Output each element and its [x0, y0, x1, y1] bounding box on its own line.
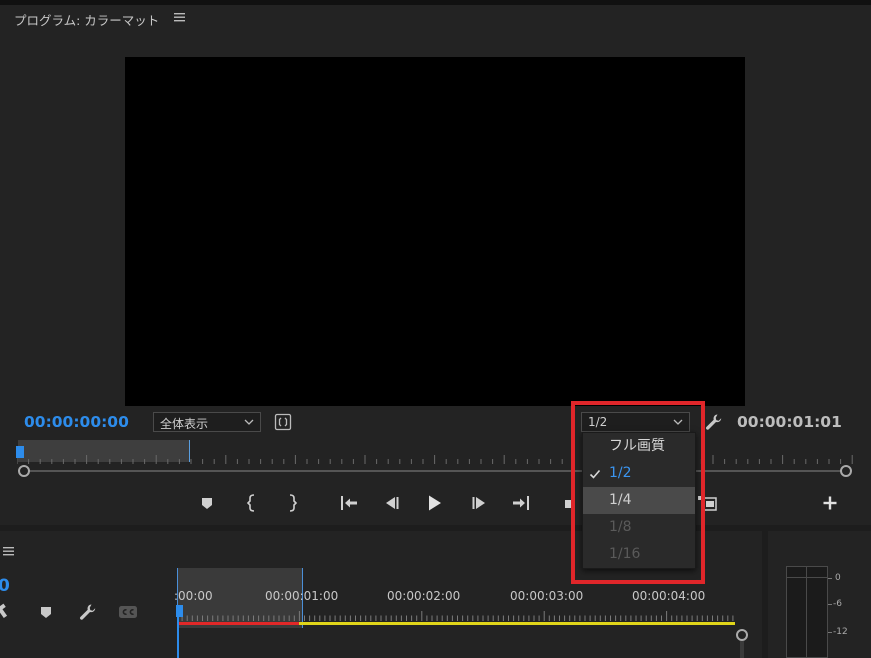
meter-divider — [806, 566, 807, 658]
zoom-handle-left[interactable] — [18, 465, 30, 477]
ruler-label: 00:00:03:00 — [510, 589, 584, 603]
timeline-playhead-handle[interactable] — [176, 605, 183, 617]
mark-out-button[interactable] — [281, 492, 303, 514]
audio-meter — [786, 566, 828, 658]
add-button-icon[interactable] — [819, 492, 841, 514]
zoom-fit-select[interactable]: 全体表示 — [153, 412, 261, 432]
go-to-in-button[interactable] — [338, 492, 360, 514]
time-ruler[interactable] — [17, 455, 853, 464]
zoom-fit-value: 全体表示 — [160, 417, 209, 431]
timeline-playhead-line[interactable] — [177, 617, 179, 658]
snap-icon[interactable] — [0, 602, 12, 622]
meter-label: -6 — [833, 599, 842, 609]
play-button[interactable] — [423, 492, 445, 514]
playhead-timecode[interactable]: 00:00:00:00 — [24, 413, 129, 431]
zoom-handle-right[interactable] — [840, 465, 852, 477]
ruler-label: 00:00:01:00 — [265, 589, 339, 603]
mark-in-button[interactable] — [241, 492, 263, 514]
step-back-button[interactable] — [381, 492, 403, 514]
video-preview[interactable] — [125, 57, 745, 406]
meter-peak-line — [786, 577, 828, 578]
playhead-handle[interactable] — [16, 446, 24, 458]
annotation-highlight-box — [571, 401, 705, 584]
meter-tick — [828, 578, 832, 579]
selection-zoom-icon[interactable] — [274, 413, 292, 431]
meter-tick — [828, 604, 832, 605]
ruler-label: 00:00:02:00 — [387, 589, 461, 603]
meter-tick — [828, 632, 832, 633]
add-marker-button[interactable] — [196, 492, 218, 514]
wrench-icon[interactable] — [78, 602, 98, 622]
meter-label: -12 — [833, 627, 848, 637]
wrench-icon[interactable] — [704, 412, 724, 432]
cc-icon[interactable] — [118, 602, 138, 622]
panel-title: プログラム: カラーマット — [14, 13, 160, 28]
ruler-label: 00:00:04:00 — [632, 589, 706, 603]
hamburger-menu-icon[interactable] — [174, 11, 186, 23]
go-to-out-button[interactable] — [510, 492, 532, 514]
ruler-label: :00:00 — [174, 589, 213, 603]
step-forward-button[interactable] — [468, 492, 490, 514]
chevron-down-icon — [244, 419, 254, 425]
timeline-scroll-track[interactable] — [740, 641, 744, 658]
timeline-zoom-handle[interactable] — [736, 629, 748, 641]
hamburger-menu-icon[interactable] — [3, 545, 15, 557]
zoom-scroll-bar[interactable] — [24, 470, 846, 472]
marker-icon[interactable] — [36, 602, 56, 622]
render-bar-yellow — [299, 622, 735, 625]
timeline-timecode[interactable]: 0 — [0, 576, 10, 596]
render-bar-red — [179, 622, 299, 625]
duration-timecode: 00:00:01:01 — [737, 413, 842, 431]
timeline-ruler[interactable] — [177, 611, 737, 621]
meter-label: 0 — [835, 573, 841, 583]
